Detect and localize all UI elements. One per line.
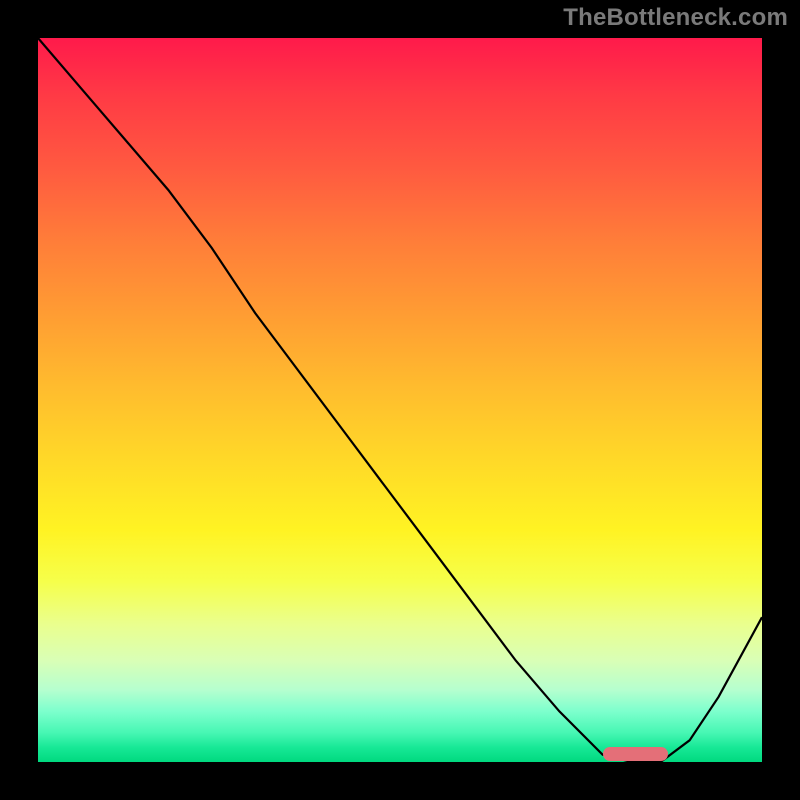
bottleneck-curve [38,38,762,762]
optimal-zone-marker [603,747,668,761]
chart-frame: TheBottleneck.com [0,0,800,800]
plot-area [38,38,762,762]
watermark-label: TheBottleneck.com [563,4,788,32]
